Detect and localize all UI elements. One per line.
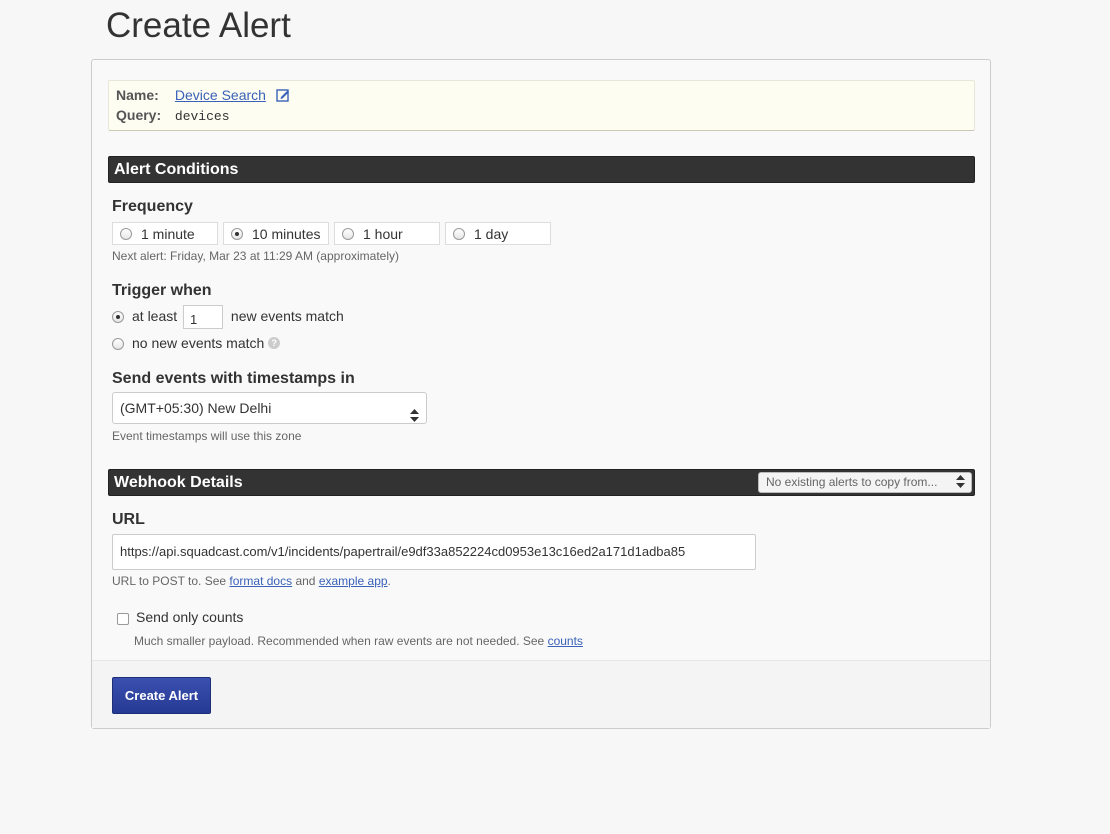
query-label: Query: (116, 107, 162, 123)
frequency-label: Frequency (112, 198, 193, 215)
frequency-option-1-hour[interactable]: 1 hour (334, 222, 440, 245)
webhook-details-header: Webhook Details No existing alerts to co… (108, 469, 975, 496)
frequency-option-label: 1 day (474, 226, 509, 242)
search-name-link[interactable]: Device Search (175, 87, 266, 103)
send-only-counts-label[interactable]: Send only counts (136, 609, 243, 625)
help-icon[interactable]: ? (268, 337, 281, 349)
alert-form-panel: Name: Device Search Query: devices Alert… (91, 59, 991, 729)
format-docs-link[interactable]: format docs (229, 574, 292, 588)
example-app-link[interactable]: example app (319, 574, 388, 588)
select-arrows-icon (410, 402, 419, 432)
alert-conditions-header: Alert Conditions (108, 156, 975, 183)
counts-hint: Much smaller payload. Recommended when r… (134, 634, 583, 648)
trigger-no-new-radio[interactable] (112, 338, 124, 350)
at-least-text: at least (132, 308, 178, 324)
send-only-counts-checkbox[interactable] (117, 613, 129, 625)
url-hint-suffix: . (387, 574, 391, 588)
frequency-option-10-minutes[interactable]: 10 minutes (223, 222, 329, 245)
counts-hint-prefix: Much smaller payload. Recommended when r… (134, 634, 545, 648)
url-label: URL (112, 511, 145, 528)
frequency-radio[interactable] (120, 228, 132, 240)
trigger-count-input[interactable]: 1 (183, 305, 224, 330)
url-hint-prefix: URL to POST to. See (112, 574, 227, 588)
url-input[interactable]: https://api.squadcast.com/v1/incidents/p… (112, 534, 756, 570)
url-hint-and: and (295, 574, 316, 588)
copy-alert-placeholder: No existing alerts to copy from... (766, 475, 938, 489)
name-row: Name: Device Search (116, 85, 290, 105)
trigger-at-least-row: at least 1 new events match (112, 305, 344, 330)
search-info-box: Name: Device Search Query: devices (108, 80, 975, 131)
url-hint: URL to POST to. See format docs and exam… (112, 574, 391, 588)
edit-icon[interactable] (276, 87, 290, 107)
name-label: Name: (116, 87, 159, 103)
query-value: devices (174, 109, 230, 124)
form-footer: Create Alert (92, 660, 990, 728)
counts-link[interactable]: counts (548, 634, 583, 648)
trigger-at-least-radio[interactable] (112, 311, 124, 323)
trigger-label: Trigger when (112, 282, 212, 299)
frequency-option-label: 1 hour (363, 226, 403, 242)
copy-alert-select[interactable]: No existing alerts to copy from... (758, 472, 972, 493)
no-new-events-text: no new events match (132, 335, 265, 351)
select-arrows-icon (956, 475, 965, 494)
frequency-option-1-minute[interactable]: 1 minute (112, 222, 218, 245)
timezone-select[interactable]: (GMT+05:30) New Delhi (112, 392, 427, 424)
query-row: Query: devices (116, 105, 230, 125)
page-title: Create Alert (106, 6, 291, 45)
frequency-option-label: 10 minutes (252, 226, 321, 242)
timezone-label: Send events with timestamps in (112, 370, 355, 387)
timezone-hint: Event timestamps will use this zone (112, 429, 302, 443)
create-alert-button[interactable]: Create Alert (112, 677, 211, 714)
frequency-radio[interactable] (342, 228, 354, 240)
new-events-text: new events match (230, 308, 344, 324)
frequency-radio[interactable] (231, 228, 243, 240)
frequency-radio[interactable] (453, 228, 465, 240)
frequency-option-label: 1 minute (141, 226, 195, 242)
webhook-header-title: Webhook Details (114, 474, 243, 491)
next-alert-text: Next alert: Friday, Mar 23 at 11:29 AM (… (112, 249, 399, 263)
timezone-value: (GMT+05:30) New Delhi (120, 400, 272, 416)
trigger-no-new-row: no new events match? (112, 332, 281, 354)
frequency-option-1-day[interactable]: 1 day (445, 222, 551, 245)
